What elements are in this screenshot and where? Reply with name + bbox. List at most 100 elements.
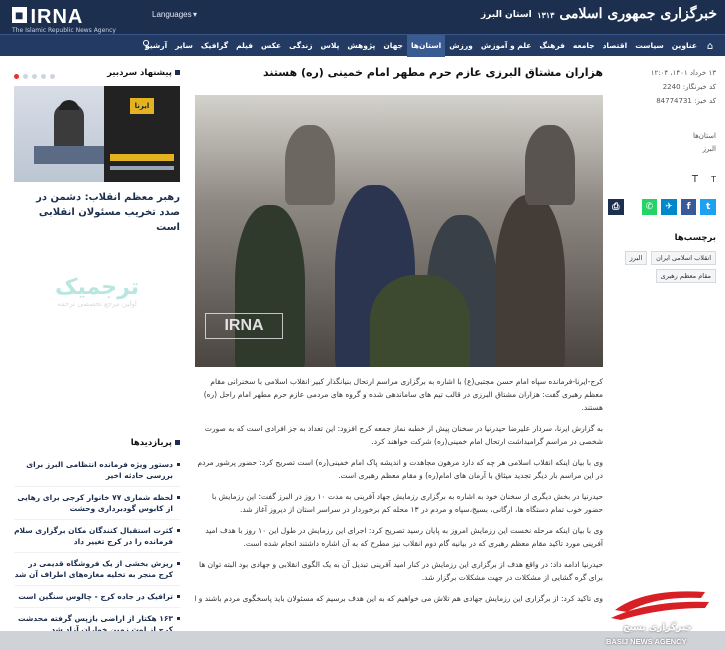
- tag-chip[interactable]: انقلاب اسلامی ایران: [651, 251, 716, 265]
- article-paragraph: وی با بیان اینکه انقلاب اسلامی هر چه که …: [197, 458, 603, 480]
- photo-watermark: IRNA: [205, 313, 283, 339]
- news-code-row: کد خبرنگار: 2240: [608, 80, 716, 94]
- nav-item[interactable]: عکس: [257, 35, 285, 57]
- news-code: 2240: [662, 83, 681, 91]
- nav-item[interactable]: پلاس: [317, 35, 344, 57]
- basij-logo-icon: [611, 591, 709, 620]
- logo-box: ■: [12, 7, 28, 23]
- nav-item[interactable]: فیلم: [232, 35, 257, 57]
- news-id-label: کد خبر:: [694, 97, 716, 105]
- popular-list: دستور ویژه فرمانده انتظامی البرز برای بر…: [14, 454, 180, 650]
- print-icon[interactable]: ⎙: [608, 199, 624, 215]
- basij-fa-label: خبرگزاری بسیج: [623, 623, 692, 633]
- article-paragraph: حیدرنیا ادامه داد: در واقع هدف از برگزار…: [199, 560, 603, 582]
- news-id-row: کد خبر: 84774731: [608, 94, 716, 108]
- figure-head: [59, 100, 79, 110]
- logo-subtitle: The Islamic Republic News Agency: [12, 27, 116, 34]
- chevron-down-icon[interactable]: ▾: [193, 10, 197, 19]
- telegram-icon[interactable]: ✈: [661, 199, 677, 215]
- ad-subtitle: اولین مرجع تخصصی ترجمه: [57, 300, 137, 308]
- popular-item[interactable]: کثرت استقبال کنندگان مکان برگزاری سلام ف…: [14, 520, 180, 553]
- photo-caption: کرج-ایرنا-فرمانده سپاه امام حسن مجتبی(ع)…: [203, 377, 603, 412]
- popular-item[interactable]: لحظه شماری ۷۷ خانوار کرجی برای رهایی از …: [14, 487, 180, 520]
- article-photo[interactable]: IRNA: [195, 95, 603, 367]
- featured-title[interactable]: رهبر معظم انقلاب: دشمن در صدد تخریب مسئو…: [14, 190, 180, 235]
- featured-image[interactable]: ایرنا: [14, 86, 180, 182]
- font-size-tools: T T: [608, 174, 716, 185]
- frame-line: [110, 166, 174, 170]
- nav-item[interactable]: فرهنگ: [535, 35, 569, 57]
- crowd-figure: [235, 205, 305, 367]
- nav-item[interactable]: پژوهش: [343, 35, 379, 57]
- tag-chip[interactable]: البرز: [624, 251, 648, 265]
- share-buttons: t f ✈ ✆ ⎙: [608, 199, 716, 215]
- twitter-icon[interactable]: t: [700, 199, 716, 215]
- lectern-shape: [34, 146, 114, 164]
- irna-logo[interactable]: ■ IRNA The Islamic Republic News Agency: [12, 6, 116, 34]
- nav-item[interactable]: استان‌ها: [406, 35, 446, 57]
- font-increase-button[interactable]: T: [692, 174, 698, 185]
- news-code-label: کد خبرنگار:: [682, 83, 716, 91]
- frame-logo: ایرنا: [130, 98, 154, 114]
- article-last-line: وی تاکید کرد: از برگزاری این رزمایش جهاد…: [195, 594, 603, 603]
- languages-link[interactable]: Languages: [152, 10, 192, 19]
- ad-banner[interactable]: ترجمیک اولین مرجع تخصصی ترجمه: [14, 275, 180, 335]
- nav-item[interactable]: سیاست: [631, 35, 668, 57]
- facebook-icon[interactable]: f: [680, 199, 697, 215]
- crowd-figure: [495, 195, 565, 367]
- home-icon[interactable]: ⌂: [701, 41, 719, 52]
- font-decrease-button[interactable]: T: [711, 175, 716, 184]
- tags-title: برچسب‌ها: [674, 233, 716, 243]
- nav-item[interactable]: گرافیک: [197, 35, 232, 57]
- nav-item[interactable]: اقتصاد: [599, 35, 632, 57]
- popular-item[interactable]: ریزش بخشی از یک فروشگاه قدیمی در کرج منج…: [14, 553, 180, 586]
- crowd-figure: [370, 275, 470, 367]
- nav-item[interactable]: جهان: [379, 35, 407, 57]
- nav-item[interactable]: سایر: [171, 35, 197, 57]
- popular-item[interactable]: دستور ویژه فرمانده انتظامی البرز برای بر…: [14, 454, 180, 487]
- site-year: ۱۳۱۳: [537, 10, 555, 20]
- province-label[interactable]: استان البرز: [481, 10, 532, 20]
- editor-pick-header: پیشنهاد سردبیر: [14, 66, 180, 80]
- popular-item[interactable]: ترافیک در جاده کرج - چالوس سنگین است: [14, 586, 180, 608]
- popular-section: پربازدیدها دستور ویژه فرمانده انتظامی ال…: [14, 436, 180, 650]
- tags-list: انقلاب اسلامی ایران البرز مقام معظم رهبری: [608, 251, 716, 283]
- editor-pick-title: پیشنهاد سردبیر: [107, 68, 180, 78]
- tag-chip[interactable]: مقام معظم رهبری: [655, 269, 716, 283]
- publish-date: ۱۳ خرداد ۱۴۰۱، ۱۲:۰۴: [650, 69, 716, 77]
- nav-items: ⌂ عناوین سیاست اقتصاد جامعه فرهنگ علم و آموزش…: [141, 35, 719, 57]
- popular-header: پربازدیدها: [14, 436, 180, 450]
- site-title-text: خبرگزاری جمهوری اسلامی: [559, 6, 717, 22]
- frame-bar: [110, 154, 174, 161]
- site-title[interactable]: ۱۳۱۳ خبرگزاری جمهوری اسلامی: [537, 6, 717, 22]
- crowd-figure: [285, 125, 335, 205]
- nav-item[interactable]: ورزش: [445, 35, 477, 57]
- whatsapp-icon[interactable]: ✆: [641, 199, 658, 215]
- breadcrumb-item-alborz[interactable]: البرز: [608, 143, 716, 156]
- news-id: 84774731: [656, 97, 692, 105]
- article-paragraph: به گزارش ایرنا، سردار علیرضا حیدرنیا در …: [204, 424, 603, 446]
- nav-item[interactable]: زندگی: [285, 35, 316, 57]
- left-column: پیشنهاد سردبیر ایرنا رهبر معظم انقلاب: د…: [14, 66, 180, 335]
- nav-item[interactable]: علم و آموزش: [477, 35, 536, 57]
- logo-text: IRNA: [30, 6, 84, 28]
- article-paragraph: حیدرنیا در بخش دیگری از سخنان خود به اشا…: [211, 492, 603, 514]
- popular-title: پربازدیدها: [131, 438, 180, 448]
- crowd-figure: [525, 125, 575, 205]
- nav-item[interactable]: عناوین: [668, 35, 701, 57]
- main-nav: ⚲ ⌂ عناوین سیاست اقتصاد جامعه فرهنگ علم و آمو…: [0, 34, 725, 57]
- article-body: به گزارش ایرنا، سردار علیرضا حیدرنیا در …: [195, 422, 603, 584]
- article: هزاران مشتاق البرزی عازم حرم مطهر امام خ…: [195, 66, 603, 605]
- nav-item[interactable]: جامعه: [569, 35, 599, 57]
- ad-word: ترجمیک: [54, 275, 140, 300]
- article-headline: هزاران مشتاق البرزی عازم حرم مطهر امام خ…: [262, 66, 603, 79]
- breadcrumb: استان‌ها البرز: [608, 130, 716, 156]
- breadcrumb-item-provinces[interactable]: استان‌ها: [608, 130, 716, 143]
- basij-en-label: BASIJ NEWS AGENCY: [606, 637, 687, 646]
- right-column: ۱۳ خرداد ۱۴۰۱، ۱۲:۰۴ کد خبرنگار: 2240 کد…: [608, 66, 716, 283]
- figure-shape: [54, 104, 84, 148]
- article-paragraph: وی با بیان اینکه مرحله نخست این رزمایش ا…: [205, 526, 603, 548]
- carousel-dots[interactable]: [14, 64, 59, 83]
- top-header: ■ IRNA The Islamic Republic News Agency L…: [0, 0, 725, 34]
- nav-item[interactable]: آرشیو: [141, 35, 171, 57]
